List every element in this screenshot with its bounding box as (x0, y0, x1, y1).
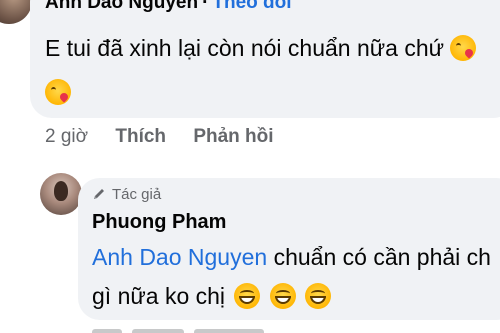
kiss-wink-emoji-icon (45, 79, 71, 105)
grin-emoji-icon (269, 283, 296, 309)
cut-off-reply-actions (92, 326, 322, 333)
comment-body: E tui đã xinh lại còn nói chuẩn nữa chứ (45, 35, 445, 61)
comment-emoji-line (45, 79, 71, 106)
author-badge-label: Tác giả (112, 186, 162, 203)
comment-header: Anh Dao Nguyen · Theo dõi (45, 0, 292, 14)
mention-link[interactable]: Anh Dao Nguyen (92, 244, 267, 270)
comment-text: E tui đã xinh lại còn nói chuẩn nữa chứ (45, 35, 477, 62)
reply-button[interactable]: Phản hồi (193, 126, 273, 147)
reply-text-1: chuẩn có cần phải ch (267, 244, 491, 270)
reply-text-line-2: gì nữa ko chị (92, 283, 332, 310)
author-badge: Tác giả (92, 186, 161, 203)
commenter-name[interactable]: Anh Dao Nguyen (45, 0, 198, 13)
like-button[interactable]: Thích (115, 126, 166, 147)
grin-emoji-icon (305, 283, 332, 309)
comment-timestamp[interactable]: 2 giờ (45, 126, 88, 147)
comment-actions: 2 giờ Thích Phản hồi (45, 126, 296, 148)
follow-link[interactable]: Theo dõi (212, 0, 291, 13)
commenter-avatar[interactable] (0, 0, 32, 24)
separator-dot: · (202, 0, 209, 13)
facebook-comment-thread: Anh Dao Nguyen · Theo dõi E tui đã xinh lạ… (0, 0, 500, 333)
grin-emoji-icon (234, 283, 261, 309)
reply-author-avatar[interactable] (40, 173, 82, 215)
pen-icon (94, 189, 104, 199)
reply-text-2: gì nữa ko chị (92, 283, 226, 309)
reply-text-line-1: Anh Dao Nguyen chuẩn có cần phải ch (92, 244, 491, 271)
reply-author-name[interactable]: Phuong Pham (92, 211, 226, 234)
kiss-wink-emoji-icon (450, 35, 477, 61)
